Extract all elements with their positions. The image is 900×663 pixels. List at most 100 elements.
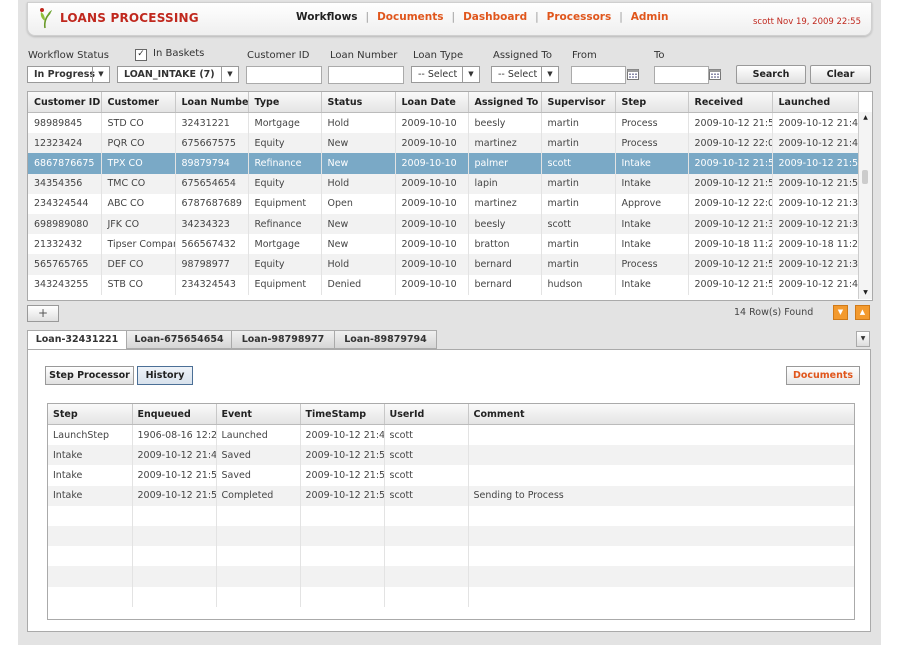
column-header[interactable]: Customer ID [28, 92, 102, 113]
user-session-info: scott Nov 19, 2009 22:55 [752, 17, 861, 27]
history-button[interactable]: History [137, 366, 193, 385]
loan-number-input[interactable] [328, 66, 404, 84]
grid-scrollbar[interactable]: ▲ ▼ [858, 112, 872, 299]
column-header[interactable]: Enqueued [132, 404, 217, 425]
table-row[interactable]: 343243255 STB CO 234324543 Equipment Denied 2… [28, 274, 859, 295]
documents-button[interactable]: Documents [786, 366, 860, 385]
table-cell: 2009-10-10 [395, 213, 469, 235]
tab-loan-98798977[interactable]: Loan-98798977 [231, 330, 335, 349]
loan-type-select[interactable]: -- Select ▼ [411, 66, 480, 83]
history-row[interactable]: LaunchStep 1906-08-16 12:26 Launched 2009-1… [48, 424, 854, 446]
table-cell: 2009-10-12 22:01 [688, 193, 773, 214]
history-cell [48, 505, 133, 526]
column-header[interactable]: Type [248, 92, 322, 113]
history-cell: Sending to Process [468, 485, 854, 506]
nav-workflows[interactable]: Workflows [296, 11, 358, 23]
scroll-thumb[interactable] [862, 170, 868, 184]
collapse-down-icon[interactable]: ▼ [833, 305, 848, 320]
column-header[interactable]: Comment [468, 404, 854, 425]
assigned-to-select[interactable]: -- Select ▼ [491, 66, 559, 83]
table-cell: TMC CO [101, 173, 176, 194]
column-header[interactable]: Received [688, 92, 773, 113]
table-cell: STD CO [101, 112, 176, 134]
to-label: To [654, 50, 665, 61]
history-table: Step Enqueued Event TimeStamp UserId Com… [48, 404, 854, 607]
loan-type-value: -- Select [418, 69, 458, 80]
column-header[interactable]: Step [615, 92, 689, 113]
from-date-input[interactable] [571, 66, 626, 84]
table-cell: 89879794 [175, 153, 249, 174]
history-row-empty [48, 586, 854, 607]
search-button[interactable]: Search [736, 65, 806, 84]
nav-admin[interactable]: Admin [631, 11, 669, 23]
column-header[interactable]: TimeStamp [300, 404, 385, 425]
history-row-empty [48, 505, 854, 526]
table-cell: 2009-10-10 [395, 234, 469, 255]
history-cell: Launched [216, 424, 301, 446]
column-header[interactable]: UserId [384, 404, 469, 425]
history-cell: scott [384, 485, 469, 506]
table-row[interactable]: 698989080 JFK CO 34234323 Refinance New 2009-… [28, 213, 859, 235]
tab-loan-32431221[interactable]: Loan-32431221 [27, 330, 127, 350]
clear-button[interactable]: Clear [810, 65, 871, 84]
table-row[interactable]: 98989845 STD CO 32431221 Mortgage Hold 2009-1… [28, 112, 859, 134]
chevron-down-icon: ▼ [541, 67, 558, 82]
column-header[interactable]: Loan Number [175, 92, 249, 113]
table-cell: 34234323 [175, 213, 249, 235]
tab-loan-675654654[interactable]: Loan-675654654 [126, 330, 232, 349]
workflow-status-value: In Progress [34, 69, 96, 80]
column-header[interactable]: Launched [772, 92, 859, 113]
column-header[interactable]: Assigned To [468, 92, 542, 113]
table-cell: 32431221 [175, 112, 249, 134]
history-row[interactable]: Intake 2009-10-12 21:49 Saved 2009-10-12 21… [48, 445, 854, 466]
scroll-down-icon[interactable]: ▼ [859, 287, 872, 299]
table-row[interactable]: 34354356 TMC CO 675654654 Equity Hold 2009-10… [28, 173, 859, 194]
customer-id-input[interactable] [246, 66, 322, 84]
history-cell [468, 505, 854, 526]
history-cell: scott [384, 465, 469, 486]
nav-separator: | [619, 11, 623, 23]
tabs-menu-chevron-down-icon[interactable]: ▼ [856, 331, 870, 347]
column-header[interactable]: Loan Date [395, 92, 469, 113]
tab-loan-89879794[interactable]: Loan-89879794 [334, 330, 437, 349]
table-row[interactable]: 565765765 DEF CO 98798977 Equity Hold 2009-10… [28, 254, 859, 275]
table-cell: New [321, 133, 396, 154]
history-cell: scott [384, 445, 469, 466]
table-cell: Hold [321, 254, 396, 275]
add-row-button[interactable]: + [27, 305, 59, 322]
table-cell: TPX CO [101, 153, 176, 174]
history-cell [216, 546, 301, 567]
table-cell: Denied [321, 274, 396, 295]
history-row[interactable]: Intake 2009-10-12 21:57 Completed 2009-10-1… [48, 485, 854, 506]
calendar-icon[interactable] [627, 68, 639, 80]
table-cell: Open [321, 193, 396, 214]
column-header[interactable]: Supervisor [541, 92, 616, 113]
table-row[interactable]: 6867876675 TPX CO 89879794 Refinance New 2009… [28, 153, 859, 174]
column-header[interactable]: Event [216, 404, 301, 425]
nav-dashboard[interactable]: Dashboard [463, 11, 527, 23]
basket-select[interactable]: LOAN_INTAKE (7) ▼ [117, 66, 239, 83]
calendar-icon[interactable] [709, 68, 721, 80]
expand-up-icon[interactable]: ▲ [855, 305, 870, 320]
table-row[interactable]: 234324544 ABC CO 6787687689 Equipment Open 20… [28, 193, 859, 214]
nav-documents[interactable]: Documents [377, 11, 443, 23]
history-cell [48, 586, 133, 607]
scroll-up-icon[interactable]: ▲ [859, 112, 872, 124]
table-cell: bernard [468, 254, 542, 275]
history-row[interactable]: Intake 2009-10-12 21:55 Saved 2009-10-12 21… [48, 465, 854, 486]
column-header[interactable]: Status [321, 92, 396, 113]
column-header[interactable]: Customer [101, 92, 176, 113]
table-cell: scott [541, 213, 616, 235]
nav-processors[interactable]: Processors [547, 11, 612, 23]
to-date-input[interactable] [654, 66, 709, 84]
column-header[interactable]: Step [48, 404, 133, 425]
table-row[interactable]: 12323424 PQR CO 675667575 Equity New 2009-10-… [28, 133, 859, 154]
step-processor-button[interactable]: Step Processor [45, 366, 134, 385]
history-cell [216, 505, 301, 526]
workflow-status-select[interactable]: In Progress ▼ [27, 66, 110, 83]
history-cell: Saved [216, 445, 301, 466]
table-cell: Intake [615, 153, 689, 174]
table-row[interactable]: 21332432Tipser Company566567432MortgageN… [28, 234, 859, 255]
history-cell [216, 566, 301, 587]
in-baskets-checkbox[interactable]: ✓ [135, 49, 147, 61]
